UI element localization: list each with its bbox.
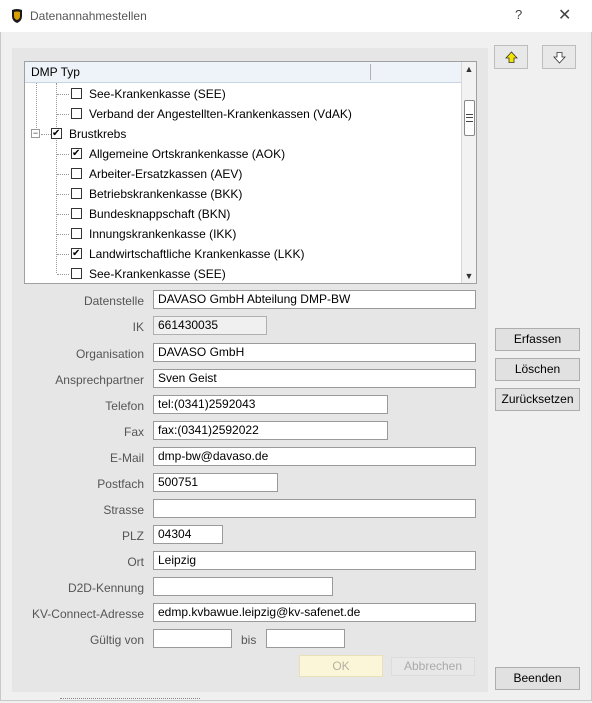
postfach-field[interactable]: 500751 [153, 473, 278, 492]
plz-label: PLZ [121, 529, 144, 543]
tree-header[interactable]: DMP Typ [25, 62, 461, 83]
gueltig-von-label: Gültig von [89, 633, 144, 647]
help-icon[interactable]: ? [515, 7, 522, 22]
fax-field[interactable]: fax:(0341)2592022 [153, 421, 388, 440]
ort-field[interactable]: Leipzig [153, 551, 476, 570]
fax-label: Fax [123, 425, 144, 439]
title-bar: Datenannahmestellen ? ✕ [0, 0, 592, 32]
ansprechpartner-label: Ansprechpartner [55, 373, 144, 387]
checkbox[interactable] [71, 188, 82, 199]
tree-row[interactable]: Bundesknappschaft (BKN) [25, 204, 461, 224]
gueltig-von-field[interactable] [153, 629, 232, 648]
tree-row-label: Brustkrebs [69, 127, 127, 141]
telefon-field[interactable]: tel:(0341)2592043 [153, 395, 388, 414]
beenden-button[interactable]: Beenden [495, 667, 580, 690]
tree-row[interactable]: Innungskrankenkasse (IKK) [25, 224, 461, 244]
tree-row-label: Bundesknappschaft (BKN) [89, 207, 231, 221]
zuruecksetzen-button[interactable]: Zurücksetzen [495, 388, 580, 411]
tree-row[interactable]: See-Krankenkasse (SEE) [25, 264, 461, 283]
tree-row[interactable]: Betriebskrankenkasse (BKK) [25, 184, 461, 204]
d2d-field[interactable] [153, 577, 333, 596]
ort-label: Ort [127, 555, 144, 569]
checkbox[interactable] [71, 248, 82, 259]
checkbox[interactable] [71, 108, 82, 119]
ik-label: IK [132, 320, 144, 334]
tree-row[interactable]: Arbeiter-Ersatzkassen (AEV) [25, 164, 461, 184]
window-title: Datenannahmestellen [30, 9, 147, 23]
tree-row-label: See-Krankenkasse (SEE) [89, 87, 226, 101]
datenstelle-field[interactable]: DAVASO GmbH Abteilung DMP-BW [153, 290, 476, 309]
app-logo-icon [12, 9, 22, 23]
tree-row-label: Innungskrankenkasse (IKK) [89, 227, 237, 241]
abbrechen-button[interactable]: Abbrechen [391, 657, 475, 676]
scroll-up-icon[interactable]: ▲ [462, 62, 476, 76]
tree-row[interactable]: Verband der Angestellten-Krankenkassen (… [25, 104, 461, 124]
collapse-icon[interactable]: − [31, 129, 40, 138]
tree-row[interactable]: See-Krankenkasse (SEE) [25, 84, 461, 104]
kvconnect-field[interactable]: edmp.kvbawue.leipzig@kv-safenet.de [153, 603, 476, 622]
checkbox[interactable] [71, 148, 82, 159]
column-separator[interactable] [370, 64, 371, 80]
tree-row[interactable]: Allgemeine Ortskrankenkasse (AOK) [25, 144, 461, 164]
checkbox[interactable] [71, 168, 82, 179]
loeschen-button[interactable]: Löschen [495, 358, 580, 381]
datenstelle-label: Datenstelle [83, 294, 144, 308]
email-label: E-Mail [109, 451, 144, 465]
tree-header-label: DMP Typ [31, 65, 80, 79]
move-up-button[interactable] [494, 45, 528, 69]
kvconnect-label: KV-Connect-Adresse [31, 607, 144, 621]
tree-row-label: Verband der Angestellten-Krankenkassen (… [89, 107, 352, 121]
ansprechpartner-field[interactable]: Sven Geist [153, 369, 476, 388]
telefon-label: Telefon [105, 399, 144, 413]
tree-row-label: Allgemeine Ortskrankenkasse (AOK) [89, 147, 286, 161]
close-icon[interactable]: ✕ [558, 5, 571, 25]
dmp-type-tree[interactable]: DMP Typ See-Krankenkasse (SEE) Verband d… [24, 61, 477, 284]
move-down-button[interactable] [542, 45, 576, 69]
checkbox[interactable] [71, 228, 82, 239]
ik-field[interactable]: 661430035 [153, 316, 267, 335]
email-field[interactable]: dmp-bw@davaso.de [153, 447, 476, 466]
scroll-down-icon[interactable]: ▼ [462, 269, 476, 283]
tree-row-label: Landwirtschaftliche Krankenkasse (LKK) [89, 247, 305, 261]
divider [60, 698, 200, 703]
scroll-thumb[interactable] [464, 100, 475, 136]
tree-scrollbar[interactable]: ▲ ▼ [461, 62, 476, 283]
checkbox[interactable] [71, 88, 82, 99]
organisation-field[interactable]: DAVASO GmbH [153, 343, 476, 362]
arrow-up-icon [505, 51, 518, 63]
bis-field[interactable] [266, 629, 345, 648]
postfach-label: Postfach [97, 477, 144, 491]
plz-field[interactable]: 04304 [153, 525, 223, 544]
ok-button[interactable]: OK [299, 655, 383, 677]
erfassen-button[interactable]: Erfassen [495, 328, 580, 351]
checkbox[interactable] [71, 208, 82, 219]
strasse-field[interactable] [153, 499, 476, 518]
tree-row-label: Arbeiter-Ersatzkassen (AEV) [89, 167, 243, 181]
tree-row[interactable]: Landwirtschaftliche Krankenkasse (LKK) [25, 244, 461, 264]
tree-row-label: See-Krankenkasse (SEE) [89, 267, 226, 281]
bis-label: bis [241, 633, 257, 647]
arrow-down-icon [553, 52, 566, 64]
tree-row-brustkrebs[interactable]: − Brustkrebs [25, 124, 461, 144]
strasse-label: Strasse [103, 503, 144, 517]
organisation-label: Organisation [75, 347, 144, 361]
checkbox[interactable] [71, 268, 82, 279]
d2d-label: D2D-Kennung [67, 581, 144, 595]
checkbox[interactable] [51, 128, 62, 139]
tree-row-label: Betriebskrankenkasse (BKK) [89, 187, 243, 201]
